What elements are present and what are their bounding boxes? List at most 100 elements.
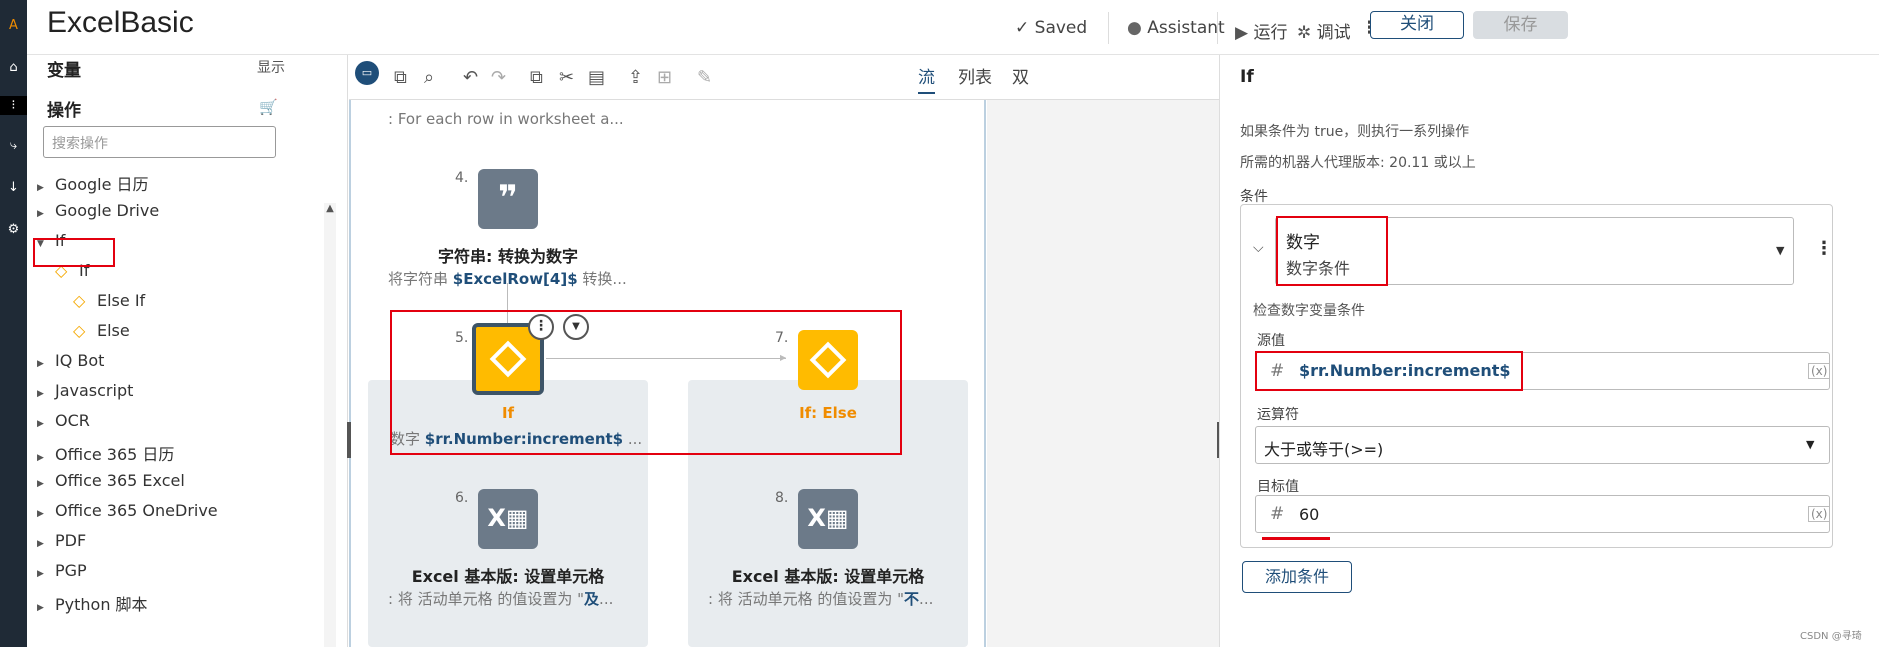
loop-text: : For each row in worksheet a... <box>388 110 624 128</box>
tree-item[interactable]: ▶ Office 365 日历 <box>37 441 174 465</box>
copy-icon[interactable]: ⧉ <box>530 67 543 88</box>
record-icon[interactable]: ▭ <box>355 61 379 85</box>
tree-item[interactable]: ▶ Python 脚本 <box>37 591 148 615</box>
assistant-button[interactable]: ● Assistant <box>1127 18 1225 38</box>
chevron-right-icon: ▶ <box>37 389 44 399</box>
add-condition-button[interactable]: 添加条件 <box>1242 561 1352 593</box>
tree-item[interactable]: ▶ Office 365 Excel <box>37 471 185 490</box>
excel-icon[interactable]: X▦ <box>478 489 538 549</box>
target-input[interactable]: # 60 (x) <box>1255 495 1831 533</box>
tab-dual[interactable]: 双 <box>1012 63 1029 88</box>
quote-icon[interactable]: ❞ <box>478 169 538 229</box>
scrollbar[interactable]: ▲ <box>324 203 336 647</box>
step-number: 6. <box>455 490 469 506</box>
search-input[interactable]: 搜索操作 <box>43 126 276 158</box>
operator-select[interactable]: 大于或等于(>=) ▼ <box>1255 426 1830 464</box>
chevron-right-icon: ▶ <box>37 603 44 613</box>
check-label: 检查数字变量条件 <box>1253 303 1365 319</box>
tree-item[interactable]: ▶ Office 365 OneDrive <box>37 501 218 520</box>
top-bar: ExcelBasic ✓ Saved ● Assistant ▶ 运行 ✲ 调试… <box>27 0 1879 55</box>
import-icon[interactable]: ⊞ <box>657 67 672 88</box>
tree-item-label: Google Drive <box>55 201 160 220</box>
save-button[interactable]: 保存 <box>1473 11 1568 39</box>
node-title: Excel 基本版: 设置单元格 <box>731 567 925 586</box>
tree-item-label: PDF <box>55 531 87 550</box>
dropdown-arrow-icon: ▼ <box>1806 438 1815 451</box>
subtitle-text: : 将 活动单元格 的值设置为 " <box>708 590 905 608</box>
target-value: 60 <box>1299 505 1320 524</box>
tree-item[interactable]: ▶ OCR <box>37 411 90 430</box>
subtitle-bold: 及 <box>584 590 600 608</box>
tab-list[interactable]: 列表 <box>958 63 992 88</box>
variable-button[interactable]: (x) <box>1808 363 1831 379</box>
debug-label: 调试 <box>1316 23 1351 43</box>
paste-icon[interactable]: ▤ <box>588 67 605 88</box>
tree-item-label: IQ Bot <box>55 351 105 370</box>
chevron-right-icon: ▶ <box>37 453 44 463</box>
tree-item-label: Else If <box>97 291 146 310</box>
redo-icon[interactable]: ↷ <box>491 67 506 88</box>
logo-icon: A <box>9 18 18 33</box>
subtitle-bold: 不 <box>904 590 920 608</box>
tree-item[interactable]: ▶ Javascript <box>37 381 133 400</box>
tree-item[interactable]: ▶ PGP <box>37 561 87 580</box>
highlight-box <box>390 310 902 455</box>
loop-line <box>349 100 351 647</box>
chevron-down-icon[interactable]: ⌵ <box>1253 240 1264 256</box>
debug-button[interactable]: ✲ 调试 <box>1297 18 1351 43</box>
subtitle-text: 将字符串 <box>388 270 453 288</box>
tree-item[interactable]: ◇ Else If <box>73 291 145 310</box>
home-icon[interactable]: ⌂ <box>4 58 23 77</box>
cart-icon[interactable]: 🛒 <box>259 98 278 116</box>
description: 如果条件为 true，则执行一系列操作 <box>1240 124 1470 140</box>
panel-title: If <box>1240 67 1254 87</box>
highlight-box <box>1255 351 1523 391</box>
version-note: 所需的机器人代理版本: 20.11 或以上 <box>1240 155 1476 171</box>
tree-item-label: Office 365 日历 <box>55 445 175 464</box>
tree-item-label: Javascript <box>55 381 134 400</box>
chevron-right-icon: ▶ <box>37 359 44 369</box>
zoom-area-icon[interactable]: ⧉ <box>394 67 407 88</box>
page-title: ExcelBasic <box>47 6 194 39</box>
play-icon: ▶ <box>1235 23 1249 43</box>
settings-icon[interactable]: ⚙ <box>4 220 23 239</box>
divider <box>1108 12 1109 44</box>
disable-icon[interactable]: ✎ <box>697 67 712 88</box>
chevron-right-icon: ▶ <box>37 209 44 219</box>
export-icon[interactable]: ⇪ <box>628 67 643 88</box>
tree-item[interactable]: ◇ Else <box>73 321 130 340</box>
more-icon[interactable]: ⋮ <box>1815 238 1833 259</box>
bots-icon[interactable]: ⁝ <box>0 96 27 115</box>
variable-button[interactable]: (x) <box>1808 506 1831 522</box>
run-label: 运行 <box>1253 23 1288 43</box>
tree-item[interactable]: ▶ PDF <box>37 531 86 550</box>
show-link[interactable]: 显示 <box>257 57 285 77</box>
tree-item[interactable]: ▶ IQ Bot <box>37 351 104 370</box>
source-label: 源值 <box>1257 333 1285 349</box>
bug-icon: ✲ <box>1297 23 1312 43</box>
close-button[interactable]: 关闭 <box>1370 11 1464 39</box>
tree-item[interactable]: ▶ Google Drive <box>37 201 159 220</box>
chevron-right-icon: ▶ <box>37 183 44 193</box>
canvas-toolbar: ▭ ⧉ ⌕ ↶ ↷ ⧉ ✂ ▤ ⇪ ⊞ ✎ 流 列表 双 <box>349 55 1219 100</box>
target-label: 目标值 <box>1257 479 1299 495</box>
undo-icon[interactable]: ↶ <box>463 67 478 88</box>
highlight-box <box>33 238 115 267</box>
tree-item-label: Else <box>97 321 130 340</box>
resize-handle[interactable] <box>347 422 351 458</box>
nav-rail: A ⌂ ⁝ ⤷ ↓ ⚙ <box>0 0 27 647</box>
run-button[interactable]: ▶ 运行 <box>1235 18 1287 43</box>
process-icon[interactable]: ⤷ <box>4 136 23 155</box>
person-icon: ● <box>1127 18 1142 38</box>
assistant-label: Assistant <box>1147 18 1225 38</box>
tab-flow[interactable]: 流 <box>918 63 935 94</box>
tree-item[interactable]: ▶ Google 日历 <box>37 171 149 195</box>
watermark: CSDN @寻琦 <box>1800 631 1862 642</box>
node-title: Excel 基本版: 设置单元格 <box>411 567 605 586</box>
excel-icon[interactable]: X▦ <box>798 489 858 549</box>
chevron-right-icon: ▶ <box>37 419 44 429</box>
download-icon[interactable]: ↓ <box>4 178 23 197</box>
cut-icon[interactable]: ✂ <box>559 67 574 88</box>
operator-label: 运算符 <box>1257 407 1299 423</box>
search-icon[interactable]: ⌕ <box>424 67 434 88</box>
